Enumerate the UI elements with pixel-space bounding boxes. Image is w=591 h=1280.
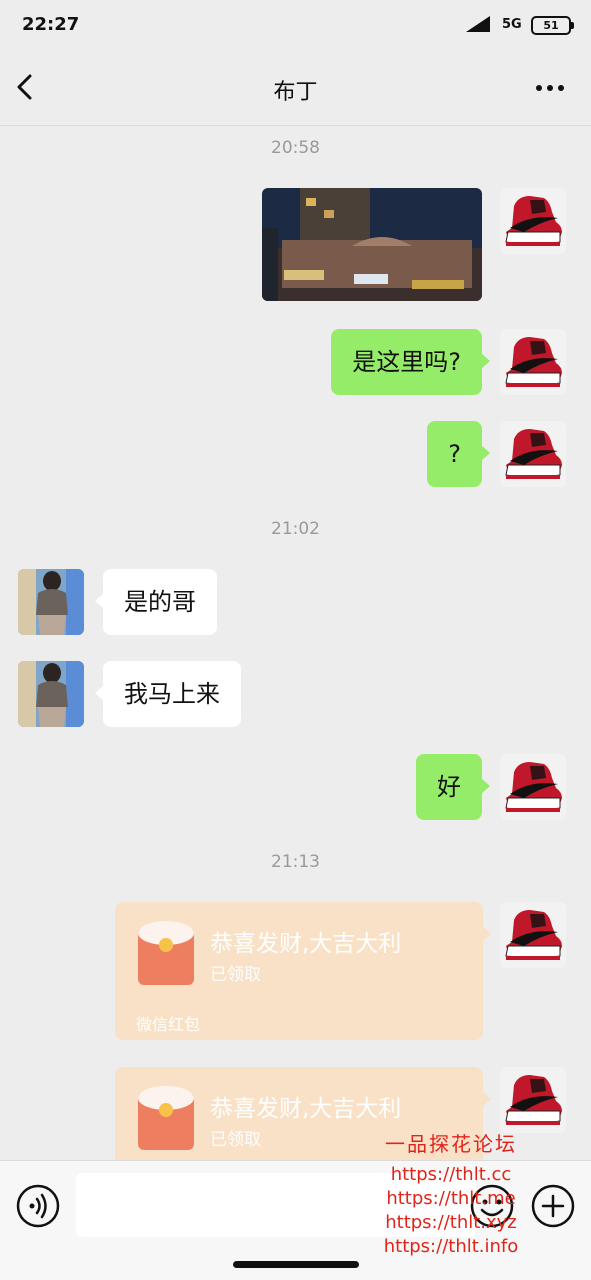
red-packet-label: 微信红包 <box>136 1015 201 1034</box>
message-timestamp: 21:13 <box>271 852 320 872</box>
signal-icon <box>466 16 490 32</box>
chat-title: 布丁 <box>273 80 318 105</box>
image-message[interactable] <box>262 188 482 301</box>
contact-avatar[interactable] <box>18 661 84 727</box>
red-packet-status: 已领取 <box>210 965 261 985</box>
home-indicator[interactable] <box>233 1261 359 1268</box>
sent-message-bubble[interactable]: 是这里吗? <box>331 329 490 395</box>
received-message-bubble[interactable]: 是的哥 <box>95 569 217 635</box>
building-photo <box>262 188 482 301</box>
voice-icon[interactable] <box>16 1184 60 1228</box>
contact-avatar[interactable] <box>18 569 84 635</box>
my-avatar[interactable] <box>500 329 566 395</box>
status-bar: 22:27 5G 51 <box>0 0 591 52</box>
watermark-url: https://thlt.xyz <box>385 1212 517 1233</box>
red-packet-title: 恭喜发财,大吉大利 <box>210 1096 402 1122</box>
my-avatar[interactable] <box>500 1067 566 1133</box>
network-label: 5G <box>502 17 522 32</box>
chat-header: 布丁 <box>0 52 591 126</box>
received-message-bubble[interactable]: 我马上来 <box>95 661 241 727</box>
sent-message-bubble[interactable]: 好 <box>416 754 490 820</box>
watermark-title: 一品探花论坛 <box>385 1132 517 1156</box>
my-avatar[interactable] <box>500 188 566 254</box>
message-timestamp: 21:02 <box>271 519 320 539</box>
more-dots-icon[interactable] <box>535 82 565 94</box>
my-avatar[interactable] <box>500 421 566 487</box>
red-packet-title: 恭喜发财,大吉大利 <box>210 931 402 957</box>
red-envelope-icon <box>138 1086 194 1150</box>
watermark-url: https://thlt.cc <box>390 1164 512 1185</box>
plus-icon[interactable] <box>531 1184 575 1228</box>
red-packet-message[interactable]: 恭喜发财,大吉大利 已领取 微信红包 <box>115 902 491 1040</box>
status-time: 22:27 <box>22 14 80 35</box>
battery-indicator: 51 <box>531 16 574 35</box>
red-packet-status: 已领取 <box>210 1130 261 1150</box>
watermark-url: https://thlt.me <box>386 1188 516 1209</box>
sent-message-bubble[interactable]: ? <box>427 421 490 487</box>
my-avatar[interactable] <box>500 902 566 968</box>
message-timestamp: 20:58 <box>271 138 320 158</box>
watermark-url: https://thlt.info <box>383 1236 519 1257</box>
watermark-overlay: 一品探花论坛 https://thlt.cc https://thlt.me h… <box>366 1128 536 1259</box>
my-avatar[interactable] <box>500 754 566 820</box>
red-envelope-icon <box>138 921 194 985</box>
